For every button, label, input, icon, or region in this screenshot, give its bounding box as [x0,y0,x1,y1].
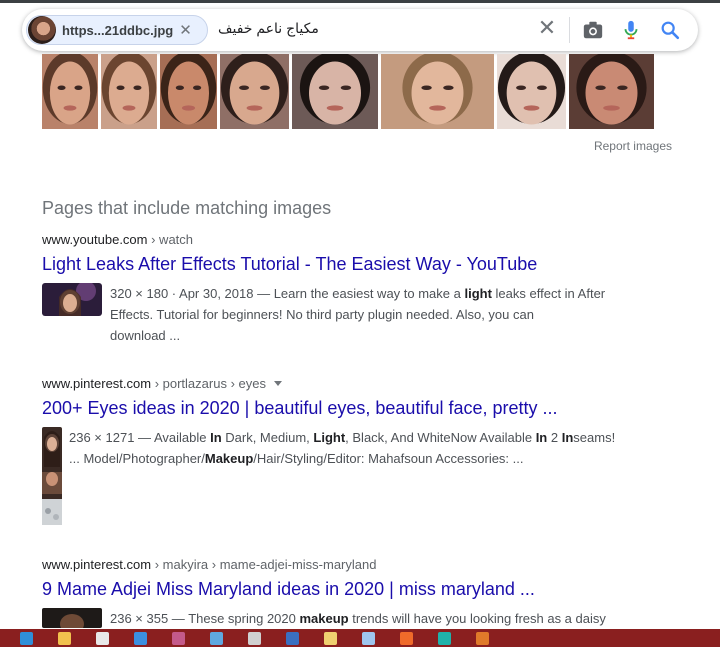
face-thumb-5[interactable] [292,54,378,129]
clear-search-icon[interactable]: ✕ [536,17,558,41]
windows-taskbar [0,629,720,647]
search-bar[interactable]: https...21ddbc.jpg ✕ مكياج ناعم خفيف ✕ [22,9,698,51]
brave-icon[interactable] [400,631,413,645]
result-menu-caret-icon[interactable] [273,381,282,386]
search-result: www.pinterest.com › portlazarus › eyes 2… [42,376,682,527]
search-bar-divider [569,17,570,43]
result-url[interactable]: www.youtube.com › watch [42,232,682,247]
face-thumb-6[interactable] [381,54,494,129]
face-thumb-7[interactable] [497,54,566,129]
photos-icon[interactable] [172,631,185,645]
chip-filename: https...21ddbc.jpg [62,22,174,38]
mail-icon[interactable] [134,631,147,645]
section-title: Pages that include matching images [42,198,332,218]
chip-remove-icon[interactable]: ✕ [179,23,192,38]
result-snippet-line: download ... [110,328,181,343]
settings-icon[interactable] [248,631,261,645]
file-explorer-icon[interactable] [58,631,71,645]
result-thumbnail[interactable] [42,283,102,316]
chip-image-thumbnail [28,16,56,44]
report-images-link[interactable]: Report images [594,139,672,153]
result-url[interactable]: www.pinterest.com › makyira › mame-adjei… [42,557,682,572]
matching-images-strip [42,54,654,129]
face-thumb-3[interactable] [160,54,217,129]
notepad-icon[interactable] [362,631,375,645]
result-title-link[interactable]: Light Leaks After Effects Tutorial - The… [42,254,682,275]
search-icon[interactable] [659,19,681,41]
result-snippet-line: ... Model/Photographer/Makeup/Hair/Styli… [69,451,524,466]
search-result: www.youtube.com › watch Light Leaks Afte… [42,232,682,347]
app-icon-2[interactable] [286,631,299,645]
result-snippet-line: 236 × 1271 — Available In Dark, Medium, … [69,430,616,445]
face-thumb-2[interactable] [101,54,157,129]
window-top-edge [0,0,720,3]
store-icon[interactable] [96,631,109,645]
camera-icon[interactable] [582,19,604,41]
search-input[interactable]: مكياج ناعم خفيف [218,20,319,37]
search-image-chip[interactable]: https...21ddbc.jpg ✕ [26,15,208,45]
result-title-link[interactable]: 9 Mame Adjei Miss Maryland ideas in 2020… [42,579,682,600]
result-url[interactable]: www.pinterest.com › portlazarus › eyes [42,376,682,391]
result-thumbnail[interactable] [42,608,102,628]
result-snippet-line: 236 × 355 — These spring 2020 makeup tre… [110,611,606,626]
face-thumb-4[interactable] [220,54,289,129]
result-snippet-line: 320 × 180 · Apr 30, 2018 — Learn the eas… [110,286,606,301]
face-thumb-8[interactable] [569,54,654,129]
microphone-icon[interactable] [620,19,642,41]
result-snippet-line: Effects. Tutorial for beginners! No thir… [110,307,534,322]
face-thumb-1[interactable] [42,54,98,129]
paint-icon[interactable] [324,631,337,645]
search-result: www.pinterest.com › makyira › mame-adjei… [42,557,682,638]
edge-icon[interactable] [20,631,33,645]
media-player-icon[interactable] [438,631,451,645]
result-thumbnail[interactable] [42,427,62,525]
result-title-link[interactable]: 200+ Eyes ideas in 2020 | beautiful eyes… [42,398,682,419]
app-icon-3[interactable] [476,631,489,645]
app-icon[interactable] [210,631,223,645]
